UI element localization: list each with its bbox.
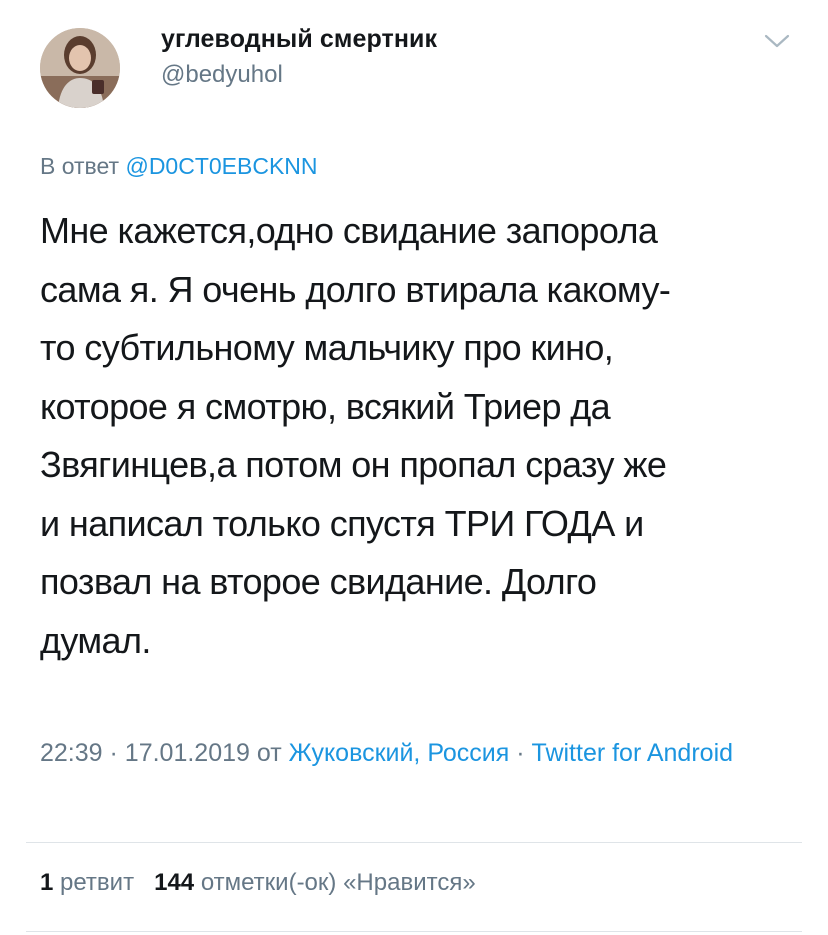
likes-label: отметки(-ок) «Нравится»	[200, 869, 476, 896]
tweet-meta: 22:39 · 17.01.2019 от Жуковский, Россия …	[40, 733, 810, 773]
tweet-time: 22:39	[40, 739, 103, 767]
tweet-stats: 1 ретвит 144 отметки(-ок) «Нравится»	[40, 869, 476, 897]
chevron-down-icon[interactable]	[764, 32, 790, 50]
meta-from: от	[256, 739, 282, 767]
likes-stat[interactable]: 144 отметки(-ок) «Нравится»	[154, 869, 476, 896]
tweet-date: 17.01.2019	[124, 739, 250, 767]
avatar-photo	[40, 28, 120, 108]
location-link[interactable]: Жуковский, Россия	[289, 739, 510, 767]
divider	[26, 931, 802, 932]
meta-separator: ·	[516, 739, 525, 767]
meta-separator: ·	[109, 739, 118, 767]
reply-mention-link[interactable]: @D0CT0EBCKNN	[125, 153, 317, 179]
author-display-name[interactable]: углеводный смертник	[161, 25, 437, 54]
retweets-label: ретвит	[60, 869, 135, 896]
client-link[interactable]: Twitter for Android	[532, 739, 733, 767]
author-handle[interactable]: @bedyuhol	[161, 61, 283, 89]
reply-prefix: В ответ	[40, 153, 120, 179]
reply-context: В ответ @D0CT0EBCKNN	[40, 153, 318, 180]
retweets-stat[interactable]: 1 ретвит	[40, 869, 141, 896]
retweets-count: 1	[40, 869, 54, 896]
avatar[interactable]	[40, 28, 120, 108]
likes-count: 144	[154, 869, 195, 896]
tweet-text: Мне кажется,одно свидание запорола сама …	[40, 210, 671, 661]
divider	[26, 842, 802, 843]
